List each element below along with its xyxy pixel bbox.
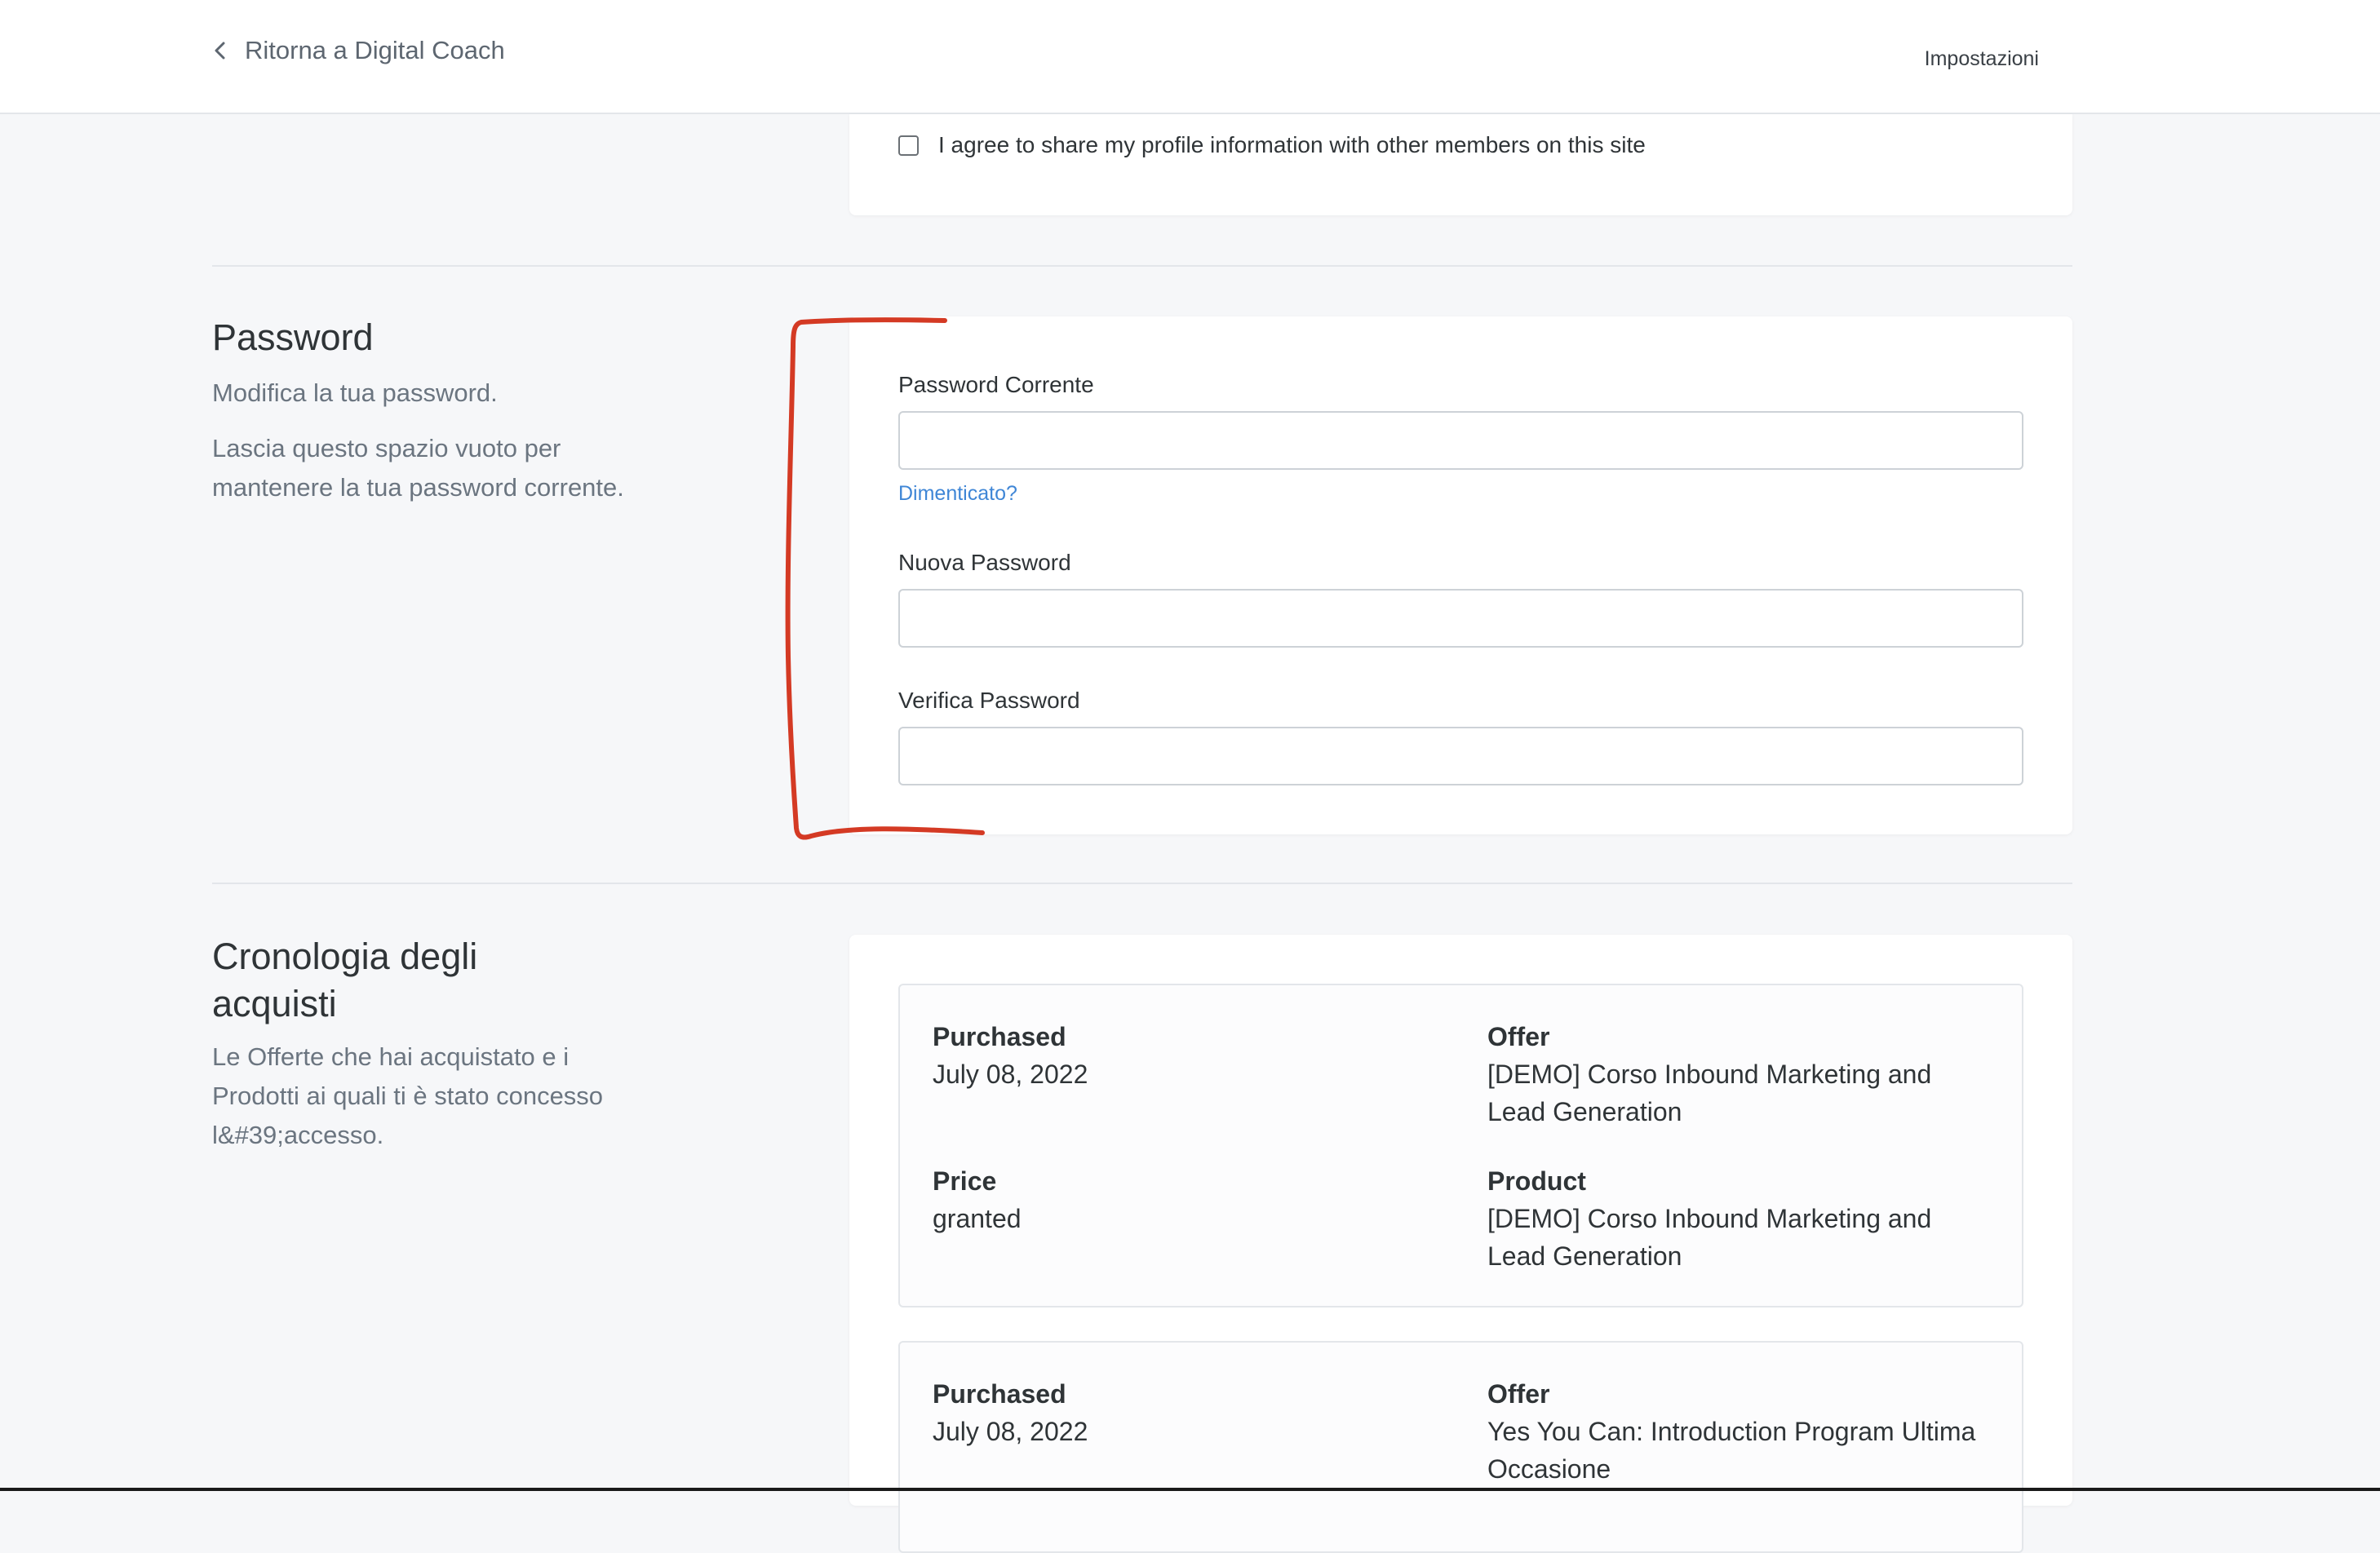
- password-section-title: Password: [212, 316, 374, 358]
- purchase-item: Purchased July 08, 2022 Offer [DEMO] Cor…: [898, 984, 2023, 1307]
- forgot-password-link[interactable]: Dimenticato?: [898, 482, 1017, 506]
- purchase-item: Purchased July 08, 2022 Offer Yes You Ca…: [898, 1341, 2023, 1553]
- offer-cell: Offer [DEMO] Corso Inbound Marketing and…: [1487, 1018, 1993, 1130]
- purchased-value: July 08, 2022: [933, 1060, 1088, 1089]
- purchased-value: July 08, 2022: [933, 1417, 1088, 1446]
- new-password-input[interactable]: [898, 589, 2023, 648]
- history-card: Purchased July 08, 2022 Offer [DEMO] Cor…: [849, 935, 2072, 1553]
- current-password-input[interactable]: [898, 411, 2023, 470]
- history-section-description: Le Offerte che hai acquistato e i Prodot…: [212, 1042, 604, 1149]
- current-password-label: Password Corrente: [898, 372, 1094, 397]
- password-section-info: Password Modifica la tua password. Lasci…: [212, 314, 636, 507]
- price-label: Price: [933, 1166, 997, 1196]
- share-profile-label: I agree to share my profile information …: [938, 132, 1646, 157]
- verify-password-input[interactable]: [898, 727, 2023, 785]
- purchased-label: Purchased: [933, 1379, 1066, 1409]
- chevron-left-icon: [215, 42, 225, 60]
- purchased-label: Purchased: [933, 1022, 1066, 1051]
- section-divider: [212, 883, 2072, 884]
- verify-password-label: Verifica Password: [898, 688, 1080, 713]
- back-link[interactable]: Ritorna a Digital Coach: [214, 36, 505, 65]
- history-section-title: Cronologia degli acquisti: [212, 936, 478, 1024]
- product-value: [DEMO] Corso Inbound Marketing and Lead …: [1487, 1204, 1932, 1271]
- purchased-cell: Purchased July 08, 2022: [933, 1375, 1422, 1450]
- consent-card: I agree to share my profile information …: [849, 114, 2072, 215]
- offer-cell: Offer Yes You Can: Introduction Program …: [1487, 1375, 1993, 1488]
- password-section-description: Modifica la tua password.: [212, 378, 498, 407]
- offer-label: Offer: [1487, 1379, 1550, 1409]
- price-value: granted: [933, 1204, 1022, 1233]
- product-label: Product: [1487, 1166, 1586, 1196]
- offer-value: Yes You Can: Introduction Program Ultima…: [1487, 1417, 1976, 1484]
- consent-row: I agree to share my profile information …: [898, 132, 1646, 158]
- product-cell: Product [DEMO] Corso Inbound Marketing a…: [1487, 1162, 1993, 1275]
- settings-link[interactable]: Impostazioni: [1925, 47, 2039, 71]
- top-bar: Ritorna a Digital Coach Impostazioni: [0, 0, 2380, 114]
- share-profile-checkbox[interactable]: [898, 135, 919, 156]
- history-section-info: Cronologia degli acquisti Le Offerte che…: [212, 933, 653, 1155]
- new-password-label: Nuova Password: [898, 550, 1071, 575]
- viewport-bottom-edge: [0, 1488, 2380, 1491]
- offer-label: Offer: [1487, 1022, 1550, 1051]
- price-cell: Price granted: [933, 1162, 1422, 1237]
- section-divider: [212, 265, 2072, 267]
- password-card: Password Corrente Dimenticato? Nuova Pas…: [849, 316, 2072, 834]
- offer-value: [DEMO] Corso Inbound Marketing and Lead …: [1487, 1060, 1932, 1126]
- purchased-cell: Purchased July 08, 2022: [933, 1018, 1422, 1093]
- back-link-label: Ritorna a Digital Coach: [245, 36, 505, 64]
- password-section-note: Lascia questo spazio vuoto per mantenere…: [212, 433, 624, 502]
